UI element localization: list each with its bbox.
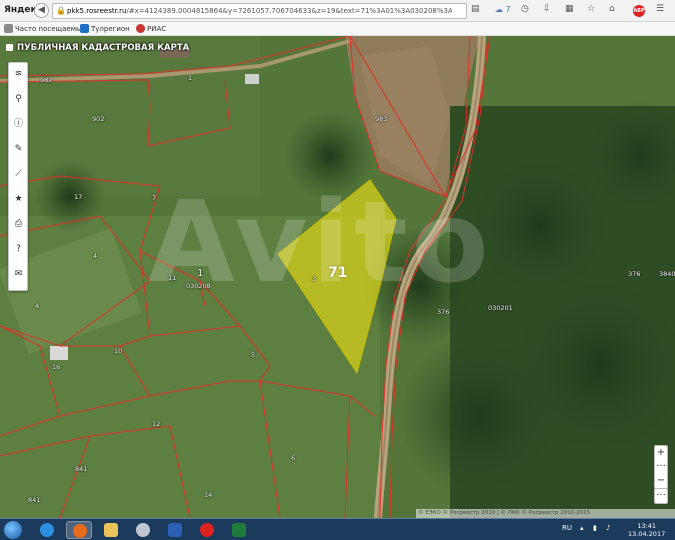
more-options-button[interactable]: ···	[655, 489, 667, 503]
frequent-icon	[4, 24, 13, 33]
url-field[interactable]: 🔒 pkk5.rosreestr.ru/#x=4124389.000481586…	[52, 3, 467, 19]
yandex-browser-icon	[200, 523, 214, 537]
home-icon[interactable]: ⌂	[609, 4, 615, 14]
parcel-label[interactable]: 11	[168, 274, 176, 282]
quarter-label[interactable]: 1	[197, 268, 203, 279]
parcel-label[interactable]: 4	[35, 302, 39, 310]
zoom-control: + ··· −	[654, 445, 668, 489]
mail-icon[interactable]: ✉	[10, 266, 27, 283]
parcel-label[interactable]: 982	[40, 76, 52, 84]
app-icon	[136, 523, 150, 537]
highlighted-parcel-sub[interactable]: 3	[312, 275, 316, 283]
clock-date: 13.04.2017	[628, 530, 666, 538]
map-logo-icon	[6, 44, 13, 51]
measure-icon[interactable]: ⟋	[10, 166, 27, 183]
taskbar-app[interactable]	[130, 521, 156, 539]
map-attribution: © ЕЭКО © Росреестр 2010 | © ПКК © Росрее…	[416, 509, 675, 518]
parcel-label[interactable]: 902	[92, 115, 104, 123]
parcel-label[interactable]: 12	[152, 420, 160, 428]
excel-icon	[232, 523, 246, 537]
history-icon[interactable]: ◷	[521, 4, 529, 14]
parcel-label[interactable]: 7	[152, 194, 156, 202]
network-icon[interactable]: ▮	[593, 524, 597, 532]
parcel-label[interactable]: 5	[251, 351, 255, 359]
reader-icon[interactable]: ▤	[471, 4, 480, 14]
cadastral-map[interactable]: Avito ПУБЛИЧНАЯ КАДАСТРОВАЯ КАРТА ≋ ⚲ ⓘ …	[0, 36, 675, 518]
zoom-out-button[interactable]: −	[655, 474, 667, 488]
parcel-label[interactable]: 17	[74, 193, 82, 201]
tula-icon	[80, 24, 89, 33]
tray-arrow-icon[interactable]: ▴	[580, 524, 584, 532]
browser-address-bar: Яндекс ◀ 🔒 pkk5.rosreestr.ru/#x=4124389.…	[0, 0, 675, 22]
parcel-label[interactable]: 16	[52, 363, 60, 371]
tabs-icon[interactable]: ▦	[565, 4, 574, 14]
parcel-label[interactable]: 3840	[659, 270, 675, 278]
start-button[interactable]	[4, 521, 22, 539]
star-icon[interactable]: ★	[10, 191, 27, 208]
info-icon[interactable]: ⓘ	[10, 116, 27, 133]
system-clock[interactable]: 13:41 13.04.2017	[628, 522, 665, 538]
parcel-label[interactable]: 4	[93, 252, 97, 260]
volume-icon[interactable]: ♪	[606, 524, 610, 532]
more-options-control: ···	[654, 488, 668, 504]
lock-icon: 🔒	[56, 6, 66, 15]
taskbar-word[interactable]	[162, 521, 188, 539]
language-indicator[interactable]: RU	[562, 524, 572, 532]
highlighted-parcel-number[interactable]: 71	[328, 265, 347, 281]
map-title: ПУБЛИЧНАЯ КАДАСТРОВАЯ КАРТА	[6, 43, 189, 53]
clock-time: 13:41	[637, 522, 656, 530]
taskbar-firefox[interactable]	[66, 521, 92, 539]
bookmark-star-icon[interactable]: ☆	[587, 4, 595, 14]
taskbar-explorer[interactable]	[98, 521, 124, 539]
adblock-icon[interactable]: ABP	[633, 5, 645, 17]
quarter-number[interactable]: 030208	[186, 282, 211, 290]
parcel-label[interactable]: 376	[628, 270, 640, 278]
parcel-label[interactable]: 6	[291, 454, 295, 462]
taskbar: RU ▴ ▮ ♪ 13:41 13.04.2017	[0, 518, 675, 540]
ie-icon	[40, 523, 54, 537]
taskbar-ie[interactable]	[34, 521, 60, 539]
weather-widget[interactable]: ☁ 7	[495, 5, 511, 14]
parcel-label[interactable]: 983	[375, 115, 387, 123]
back-button[interactable]: ◀	[34, 3, 49, 18]
taskbar-excel[interactable]	[226, 521, 252, 539]
folder-icon	[104, 523, 118, 537]
firefox-icon	[73, 524, 87, 538]
quarter-number[interactable]: 030201	[488, 304, 513, 312]
bookmarks-bar: Часто посещаемые Тулрегион РИАС	[0, 22, 675, 36]
word-icon	[168, 523, 182, 537]
rias-icon	[136, 24, 145, 33]
parcel-label[interactable]: 376	[437, 308, 449, 316]
pencil-icon[interactable]: ✎	[10, 141, 27, 158]
help-icon[interactable]: ?	[10, 241, 27, 258]
bookmark-rias[interactable]: РИАС	[136, 24, 166, 33]
parcel-label[interactable]: 10	[114, 347, 122, 355]
print-icon[interactable]: ⎙	[10, 216, 27, 233]
url-text: pkk5.rosreestr.ru/#x=4124389.0004815864&…	[67, 7, 452, 15]
map-toolbar: ≋ ⚲ ⓘ ✎ ⟋ ★ ⎙ ? ✉	[8, 62, 28, 291]
parcel-label[interactable]: 841	[28, 496, 40, 504]
cloud-icon: ☁	[495, 5, 503, 14]
search-icon[interactable]: ⚲	[10, 91, 27, 108]
zoom-more-button[interactable]: ···	[655, 460, 667, 474]
bookmark-frequent[interactable]: Часто посещаемые	[4, 24, 86, 33]
parcel-label[interactable]: 1	[188, 74, 192, 82]
taskbar-yandex[interactable]	[194, 521, 220, 539]
downloads-icon[interactable]: ⇩	[543, 4, 551, 14]
bookmark-tularegion[interactable]: Тулрегион	[80, 24, 130, 33]
menu-icon[interactable]: ☰	[656, 4, 664, 14]
zoom-in-button[interactable]: +	[655, 446, 667, 460]
parcel-label[interactable]: 14	[204, 491, 212, 499]
parcel-label[interactable]: 841	[75, 465, 87, 473]
layers-icon[interactable]: ≋	[10, 66, 27, 83]
